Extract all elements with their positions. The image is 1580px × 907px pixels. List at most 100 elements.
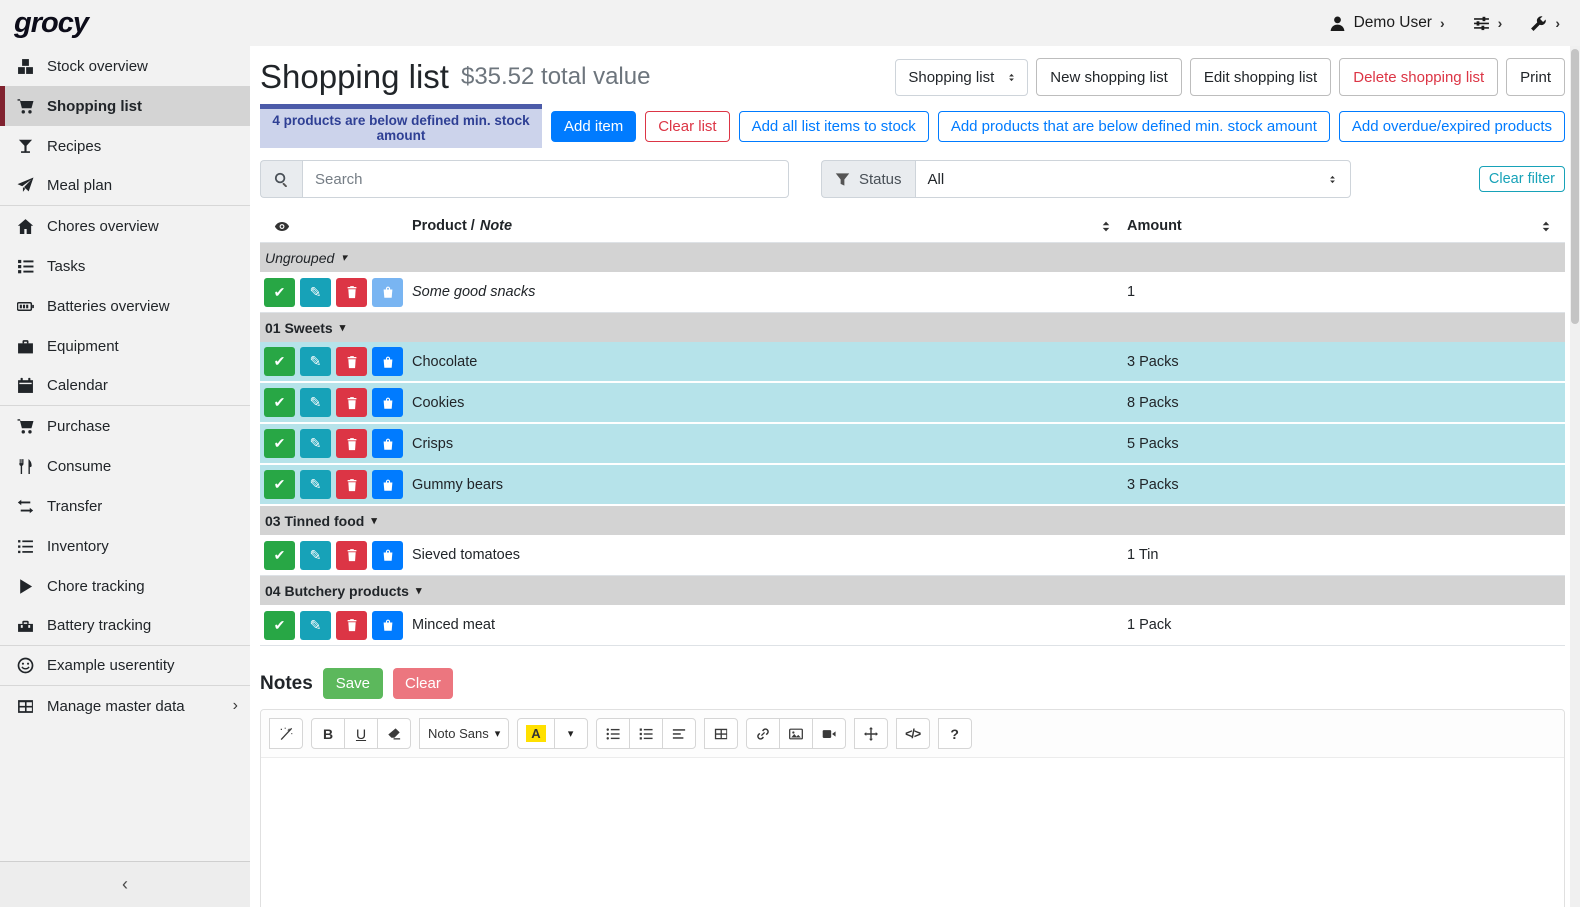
editor-content[interactable] [261, 758, 1564, 907]
save-notes-button[interactable]: Save [323, 668, 383, 699]
product-name: Chocolate [410, 354, 1125, 370]
picture-button[interactable] [779, 718, 813, 749]
admin-menu[interactable]: › [1530, 15, 1560, 32]
add-to-stock-button[interactable] [372, 278, 403, 307]
edit-item-button[interactable]: ✎ [300, 347, 331, 376]
delete-item-button[interactable] [336, 347, 367, 376]
visibility-column-header[interactable] [260, 219, 410, 234]
sidebar-item-calendar[interactable]: Calendar [0, 366, 250, 406]
mark-done-button[interactable]: ✔ [264, 278, 295, 307]
add-to-stock-button[interactable] [372, 541, 403, 570]
paragraph-button[interactable] [662, 718, 696, 749]
edit-item-button[interactable]: ✎ [300, 388, 331, 417]
sidebar-item-shopping-list[interactable]: Shopping list [0, 86, 250, 126]
delete-item-button[interactable] [336, 429, 367, 458]
sort-icon[interactable] [1097, 219, 1115, 234]
code-button[interactable]: </> [896, 718, 930, 749]
shopping-list-select[interactable]: Shopping list [895, 59, 1028, 96]
edit-item-button[interactable]: ✎ [300, 278, 331, 307]
edit-item-button[interactable]: ✎ [300, 611, 331, 640]
settings-menu[interactable]: › [1473, 15, 1503, 32]
edit-item-button[interactable]: ✎ [300, 429, 331, 458]
clear-filter-button[interactable]: Clear filter [1479, 166, 1565, 192]
mark-done-button[interactable]: ✔ [264, 429, 295, 458]
add-below-min-stock-button[interactable]: Add products that are below defined min.… [938, 111, 1330, 142]
add-to-stock-button[interactable] [372, 611, 403, 640]
delete-item-button[interactable] [336, 278, 367, 307]
scrollbar-thumb[interactable] [1571, 49, 1579, 324]
status-select[interactable]: All [915, 160, 1351, 198]
link-button[interactable] [746, 718, 780, 749]
sidebar-item-chores-overview[interactable]: Chores overview [0, 206, 250, 246]
add-overdue-button[interactable]: Add overdue/expired products [1339, 111, 1565, 142]
edit-shopping-list-button[interactable]: Edit shopping list [1190, 58, 1331, 96]
product-column-header[interactable]: Product / Note [410, 218, 1125, 234]
video-button[interactable] [812, 718, 846, 749]
delete-item-button[interactable] [336, 611, 367, 640]
clear-notes-button[interactable]: Clear [393, 668, 453, 699]
sidebar-item-tasks[interactable]: Tasks [0, 246, 250, 286]
color-button[interactable]: A [517, 718, 554, 749]
min-stock-banner: 4 products are below defined min. stock … [260, 104, 542, 148]
group-row[interactable]: 03 Tinned food▾ [260, 506, 1565, 535]
add-to-stock-button[interactable] [372, 429, 403, 458]
magic-button[interactable] [269, 718, 303, 749]
add-item-button[interactable]: Add item [551, 111, 636, 142]
sidebar-item-manage-master-data[interactable]: Manage master data› [0, 686, 250, 726]
edit-item-button[interactable]: ✎ [300, 541, 331, 570]
sidebar-item-meal-plan[interactable]: Meal plan [0, 166, 250, 206]
sidebar-item-transfer[interactable]: Transfer [0, 486, 250, 526]
color-caret-button[interactable]: ▾ [554, 718, 588, 749]
chevron-right-icon: › [1440, 15, 1445, 31]
mark-done-button[interactable]: ✔ [264, 470, 295, 499]
sidebar-item-recipes[interactable]: Recipes [0, 126, 250, 166]
user-menu[interactable]: Demo User › [1329, 14, 1445, 32]
sort-icon[interactable] [1537, 219, 1555, 234]
arrows-icon [864, 727, 878, 741]
delete-item-button[interactable] [336, 541, 367, 570]
add-to-stock-button[interactable] [372, 388, 403, 417]
add-to-stock-button[interactable] [372, 470, 403, 499]
group-row[interactable]: 04 Butchery products▾ [260, 576, 1565, 605]
amount-column-header[interactable]: Amount [1125, 218, 1565, 234]
delete-item-button[interactable] [336, 470, 367, 499]
print-button[interactable]: Print [1506, 58, 1565, 96]
sidebar-item-consume[interactable]: Consume [0, 446, 250, 486]
sidebar-collapse-button[interactable]: ‹ [0, 861, 250, 907]
group-row[interactable]: 01 Sweets▾ [260, 313, 1565, 342]
sidebar-item-chore-tracking[interactable]: Chore tracking [0, 566, 250, 606]
add-to-stock-button[interactable] [372, 347, 403, 376]
delete-item-button[interactable] [336, 388, 367, 417]
search-input[interactable] [302, 160, 789, 198]
new-shopping-list-button[interactable]: New shopping list [1036, 58, 1182, 96]
vertical-scrollbar[interactable] [1570, 46, 1580, 907]
mark-done-button[interactable]: ✔ [264, 611, 295, 640]
sidebar-item-example-userentity[interactable]: Example userentity [0, 646, 250, 686]
clear-list-button[interactable]: Clear list [645, 111, 729, 142]
arrows-button[interactable] [854, 718, 888, 749]
caret-down-icon: ▾ [371, 514, 377, 527]
delete-shopping-list-button[interactable]: Delete shopping list [1339, 58, 1498, 96]
mark-done-button[interactable]: ✔ [264, 541, 295, 570]
fontname-button[interactable]: Noto Sans▾ [419, 718, 509, 749]
user-name: Demo User [1354, 14, 1432, 32]
sidebar-item-inventory[interactable]: Inventory [0, 526, 250, 566]
sidebar-item-stock-overview[interactable]: Stock overview [0, 46, 250, 86]
group-row[interactable]: Ungrouped▾ [260, 243, 1565, 272]
eraser-button[interactable] [377, 718, 411, 749]
help-button[interactable]: ? [938, 718, 972, 749]
app-logo[interactable]: grocy [14, 7, 88, 40]
underline-button[interactable]: U [344, 718, 378, 749]
mark-done-button[interactable]: ✔ [264, 347, 295, 376]
ol-button[interactable] [629, 718, 663, 749]
mark-done-button[interactable]: ✔ [264, 388, 295, 417]
ul-button[interactable] [596, 718, 630, 749]
sidebar-item-purchase[interactable]: Purchase [0, 406, 250, 446]
bold-button[interactable]: B [311, 718, 345, 749]
edit-item-button[interactable]: ✎ [300, 470, 331, 499]
sidebar-item-battery-tracking[interactable]: Battery tracking [0, 606, 250, 646]
sidebar-item-batteries-overview[interactable]: Batteries overview [0, 286, 250, 326]
add-all-to-stock-button[interactable]: Add all list items to stock [739, 111, 929, 142]
sidebar-item-equipment[interactable]: Equipment [0, 326, 250, 366]
grid-button[interactable] [704, 718, 738, 749]
